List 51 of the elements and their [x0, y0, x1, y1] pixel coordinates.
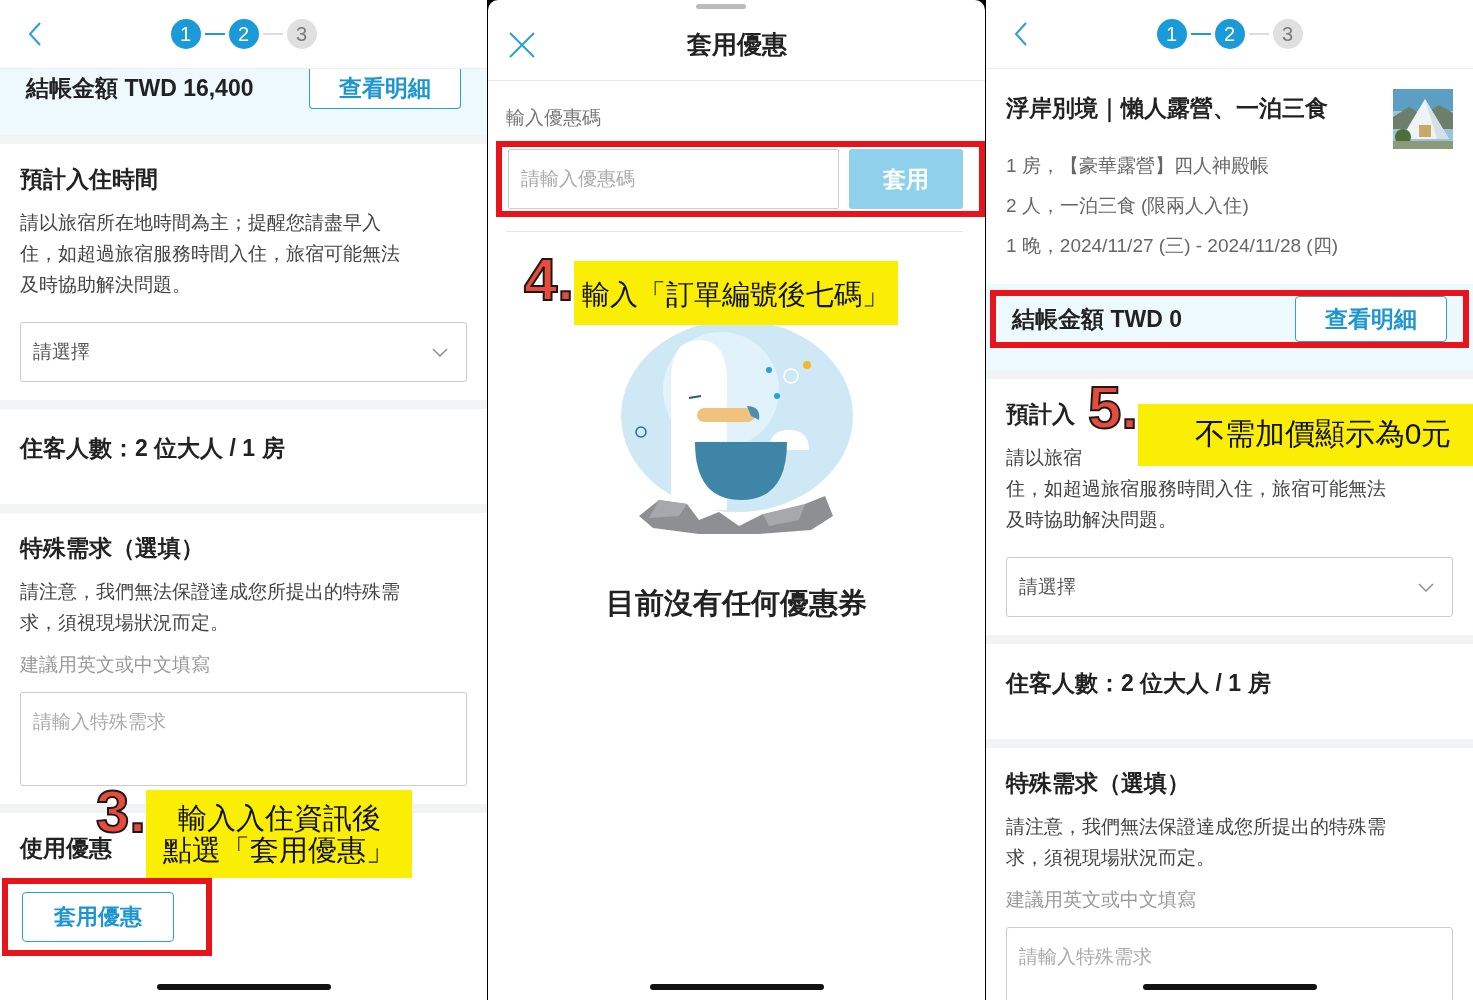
back-icon[interactable]: [28, 21, 42, 47]
sheet-title: 套用優惠: [686, 28, 787, 60]
close-icon[interactable]: [508, 31, 536, 59]
callout-note: 輸入「訂單編號後七碼」: [574, 261, 899, 325]
step-indicator: 3: [1272, 19, 1303, 49]
apply-coupon-button[interactable]: 套用優惠: [22, 892, 174, 942]
section-title: 住客人數：2 位大人 / 1 房: [1006, 669, 1271, 698]
step-indicator: 2: [228, 19, 259, 49]
booking-detail: 1 晚，2024/11/27 (三) - 2024/11/28 (四): [1006, 234, 1339, 258]
time-select[interactable]: 請選擇: [20, 322, 467, 382]
field-label: 輸入優惠碼: [506, 106, 602, 130]
callout-note: 不需加價顯示為0元: [1138, 404, 1473, 466]
product-title: 浮岸別境｜懶人露營、一泊三食: [1006, 94, 1329, 124]
description-line: 請注意，我們無法保證達成您所提出的特殊需: [20, 580, 401, 604]
description-line: 及時協助解決問題。: [20, 273, 192, 297]
step-indicator: 3: [286, 19, 317, 49]
section-title: 特殊需求（選填）: [1006, 769, 1190, 798]
step-number: 4.: [524, 250, 575, 310]
view-details-button[interactable]: 查看明細: [309, 69, 461, 109]
hint-text: 建議用英文或中文填寫: [1006, 888, 1197, 912]
back-icon[interactable]: [1014, 21, 1028, 47]
description-line: 請以旅宿所在地時間為主；提醒您請盡早入: [20, 211, 382, 235]
step-indicator: 1: [170, 19, 201, 49]
time-select[interactable]: 請選擇: [1006, 557, 1453, 617]
checkout-total: 結帳金額 TWD 0: [1012, 304, 1182, 334]
description-line: 求，須視現場狀況而定。: [20, 611, 230, 635]
hint-text: 建議用英文或中文填寫: [20, 653, 211, 677]
callout-note: 輸入入住資訊後 點選「套用優惠」: [146, 790, 413, 878]
booking-detail: 2 人，一泊三食 (限兩人入住): [1006, 194, 1250, 218]
booking-detail: 1 房，【豪華露營】四人神殿帳: [1006, 154, 1270, 178]
section-title: 住客人數：2 位大人 / 1 房: [20, 434, 285, 463]
step-number: 5.: [1088, 378, 1139, 438]
section-title: 特殊需求（選填）: [20, 534, 204, 563]
description-line: 住，如超過旅宿服務時間入住，旅宿可能無法: [1006, 477, 1387, 501]
chevron-down-icon: [1418, 582, 1434, 592]
step-indicator: 1: [1156, 19, 1187, 49]
description-line: 住，如超過旅宿服務時間入住，旅宿可能無法: [20, 242, 401, 266]
description-line: 及時協助解決問題。: [1006, 508, 1178, 532]
empty-message: 目前沒有任何優惠券: [605, 586, 868, 621]
description-line: 求，須視現場狀況而定。: [1006, 846, 1216, 870]
special-request-field[interactable]: 請輸入特殊需求: [20, 692, 467, 786]
section-title: 預計入: [1006, 400, 1075, 429]
description-line: 請注意，我們無法保證達成您所提出的特殊需: [1006, 815, 1387, 839]
chevron-down-icon: [432, 347, 448, 357]
step-indicator: 2: [1214, 19, 1245, 49]
section-title: 預計入住時間: [20, 165, 158, 194]
view-details-button[interactable]: 查看明細: [1295, 296, 1447, 342]
special-request-field[interactable]: 請輸入特殊需求: [1006, 927, 1453, 1000]
checkout-total: 結帳金額 TWD 16,400: [26, 74, 254, 103]
description-line: 請以旅宿: [1006, 446, 1083, 470]
coupon-code-field[interactable]: 請輸入優惠碼: [508, 149, 839, 209]
